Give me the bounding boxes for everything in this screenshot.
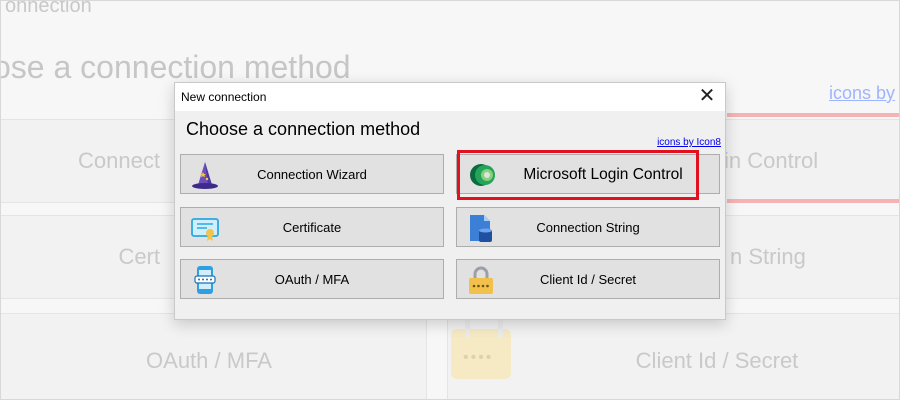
background-highlight <box>727 113 899 203</box>
dialog-heading: Choose a connection method <box>186 119 421 139</box>
background-button-client-secret: Client Id / Secret <box>447 313 899 399</box>
close-button[interactable]: ✕ <box>695 86 719 108</box>
background-button-oauth: OAuth / MFA <box>1 313 427 399</box>
dialog-titlebar: New connection ✕ <box>175 83 725 111</box>
microsoft-login-control-label: Microsoft Login Control <box>523 166 683 183</box>
certificate-label: Certificate <box>282 220 342 235</box>
connection-string-button[interactable]: Connection String <box>456 207 720 247</box>
background-heading: ose a connection method <box>0 49 351 85</box>
certificate-button[interactable]: Certificate <box>180 207 444 247</box>
connection-string-label: Connection String <box>536 220 640 235</box>
client-id-secret-button[interactable]: Client Id / Secret <box>456 259 720 299</box>
dialog-title: New connection <box>181 90 267 104</box>
background-lock-icon: •••• <box>451 307 511 379</box>
oauth-mfa-button[interactable]: OAuth / MFA <box>180 259 444 299</box>
new-connection-dialog: New connection ✕ Choose a connection met… <box>174 82 726 320</box>
client-id-secret-label: Client Id / Secret <box>539 272 637 287</box>
connection-wizard-button[interactable]: Connection Wizard <box>180 154 444 194</box>
background-title: onnection <box>5 0 92 17</box>
microsoft-login-control-button[interactable]: Microsoft Login Control <box>456 154 720 194</box>
icons-by-icon8-link[interactable]: icons by Icon8 <box>657 137 721 148</box>
oauth-mfa-label: OAuth / MFA <box>274 272 350 287</box>
background-icons-link: icons by <box>829 83 896 103</box>
connection-wizard-label: Connection Wizard <box>257 167 367 182</box>
